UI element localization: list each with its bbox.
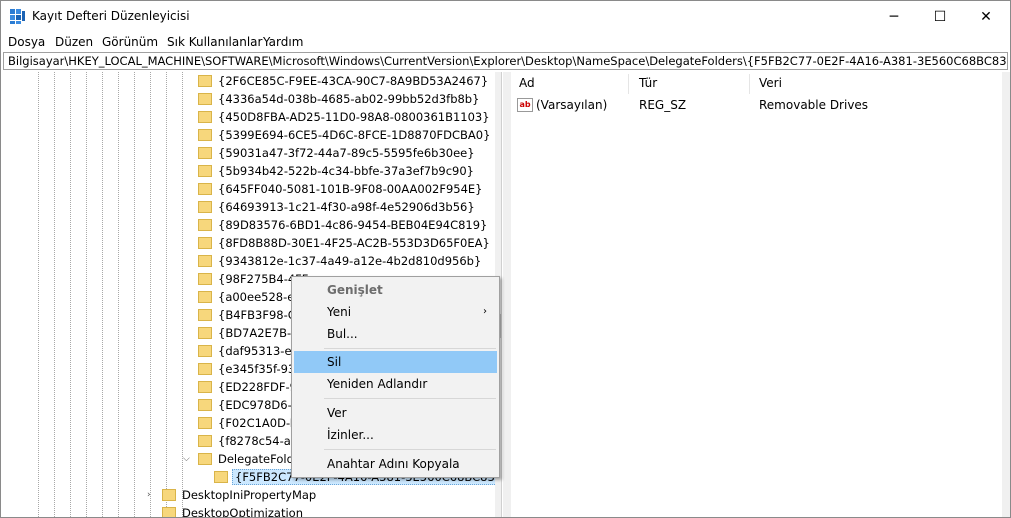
folder-icon bbox=[198, 363, 212, 375]
tree-guide-line bbox=[102, 72, 103, 517]
menu-separator bbox=[324, 398, 496, 399]
tree-guide-line bbox=[150, 72, 151, 517]
tree-node[interactable]: {89D83576-6BD1-4c86-9454-BEB04E94C819} bbox=[198, 216, 489, 234]
tree-node[interactable]: {2F6CE85C-F9EE-43CA-90C7-8A9BD53A2467} bbox=[198, 72, 490, 90]
folder-icon bbox=[198, 111, 212, 123]
collapse-arrow-icon[interactable]: ⌵ bbox=[183, 454, 190, 464]
menu-bar: Dosya Düzen Görünüm Sık Kullanılanlar Ya… bbox=[1, 32, 1010, 52]
menu-duzen[interactable]: Düzen bbox=[55, 35, 93, 49]
folder-icon bbox=[162, 507, 176, 517]
tree-node[interactable]: {ED228FDF-9E bbox=[198, 378, 306, 396]
menu-item-export[interactable]: Ver bbox=[294, 402, 497, 424]
tree-guide-line bbox=[86, 72, 87, 517]
tree-node[interactable]: {59031a47-3f72-44a7-89c5-5595fe6b30ee} bbox=[198, 144, 477, 162]
submenu-arrow-icon: › bbox=[483, 306, 487, 317]
tree-node[interactable]: {8FD8B88D-30E1-4F25-AC2B-553D3D65F0EA} bbox=[198, 234, 492, 252]
folder-icon bbox=[198, 291, 212, 303]
value-name[interactable]: (Varsayılan) bbox=[536, 98, 607, 112]
menu-separator bbox=[324, 348, 496, 349]
pane-splitter[interactable] bbox=[503, 72, 511, 517]
tree-node[interactable]: {B4FB3F98-C1 bbox=[198, 306, 305, 324]
folder-icon bbox=[198, 75, 212, 87]
menu-dosya[interactable]: Dosya bbox=[8, 35, 45, 49]
folder-icon bbox=[198, 435, 212, 447]
registry-app-icon bbox=[10, 9, 25, 24]
tree-guide-line bbox=[54, 72, 55, 517]
column-divider[interactable] bbox=[749, 74, 750, 94]
folder-icon bbox=[198, 345, 212, 357]
folder-icon bbox=[198, 219, 212, 231]
folder-icon bbox=[214, 471, 228, 483]
tree-node[interactable]: {e345f35f-939 bbox=[198, 360, 305, 378]
folder-icon bbox=[198, 417, 212, 429]
tree-node[interactable]: {645FF040-5081-101B-9F08-00AA002F954E} bbox=[198, 180, 485, 198]
menu-item-rename[interactable]: Yeniden Adlandır bbox=[294, 373, 497, 395]
column-header-type[interactable]: Tür bbox=[639, 76, 657, 90]
tree-guide-line bbox=[182, 72, 183, 517]
folder-icon bbox=[198, 255, 212, 267]
column-header-data[interactable]: Veri bbox=[759, 76, 782, 90]
tree-node[interactable]: {9343812e-1c37-4a49-a12e-4b2d810d956b} bbox=[198, 252, 483, 270]
values-scrollbar[interactable] bbox=[1002, 72, 1010, 517]
folder-icon bbox=[198, 327, 212, 339]
menu-item-permissions[interactable]: İzinler... bbox=[294, 424, 497, 446]
menu-gorunum[interactable]: Görünüm bbox=[102, 35, 158, 49]
folder-icon bbox=[198, 93, 212, 105]
context-menu: Genişlet Yeni › Bul... Sil Yeniden Adland… bbox=[291, 276, 500, 478]
tree-node[interactable]: {450D8FBA-AD25-11D0-98A8-0800361B1103} bbox=[198, 108, 492, 126]
folder-icon bbox=[198, 201, 212, 213]
minimize-button[interactable]: ─ bbox=[871, 1, 917, 32]
address-bar[interactable]: Bilgisayar\HKEY_LOCAL_MACHINE\SOFTWARE\M… bbox=[3, 52, 1008, 70]
close-button[interactable]: ✕ bbox=[963, 1, 1009, 32]
tree-node[interactable]: {5b934b42-522b-4c34-bbfe-37a3ef7b9c90} bbox=[198, 162, 476, 180]
folder-icon bbox=[198, 453, 212, 465]
tree-guide-line bbox=[38, 72, 39, 517]
window-title: Kayıt Defteri Düzenleyicisi bbox=[32, 9, 190, 23]
column-header-name[interactable]: Ad bbox=[519, 76, 535, 90]
menu-item-delete[interactable]: Sil bbox=[294, 351, 497, 373]
tree-guide-line bbox=[166, 72, 167, 517]
folder-icon bbox=[198, 381, 212, 393]
folder-icon bbox=[198, 273, 212, 285]
folder-icon bbox=[198, 399, 212, 411]
tree-node[interactable]: {64693913-1c21-4f30-a98f-4e52906d3b56} bbox=[198, 198, 477, 216]
tree-node[interactable]: DesktopOptimization bbox=[162, 504, 305, 517]
column-divider[interactable] bbox=[628, 74, 629, 94]
value-data: Removable Drives bbox=[759, 98, 869, 112]
tree-guide-line bbox=[134, 72, 135, 517]
folder-icon bbox=[162, 489, 176, 501]
values-pane[interactable]: Ad Tür Veri ab (Varsayılan) REG_SZ Remov… bbox=[511, 72, 1010, 517]
folder-icon bbox=[198, 129, 212, 141]
tree-guide-line bbox=[118, 72, 119, 517]
menu-favorites[interactable]: Sık Kullanılanlar bbox=[167, 35, 262, 49]
tree-guide-line bbox=[70, 72, 71, 517]
expand-arrow-icon[interactable]: › bbox=[147, 490, 151, 500]
value-type: REG_SZ bbox=[639, 98, 687, 112]
registry-editor-window: Kayıt Defteri Düzenleyicisi ─ ☐ ✕ Dosya … bbox=[0, 0, 1011, 518]
menu-item-new[interactable]: Yeni › bbox=[294, 301, 497, 323]
string-value-icon: ab bbox=[517, 98, 533, 112]
title-bar[interactable]: Kayıt Defteri Düzenleyicisi ─ ☐ ✕ bbox=[1, 1, 1010, 32]
menu-yardim[interactable]: Yardım bbox=[263, 35, 303, 49]
tree-node[interactable]: DesktopIniPropertyMap bbox=[162, 486, 318, 504]
tree-node[interactable]: {5399E694-6CE5-4D6C-8FCE-1D8870FDCBA0} bbox=[198, 126, 492, 144]
tree-node[interactable]: {4336a54d-038b-4685-ab02-99bb52d3fb8b} bbox=[198, 90, 481, 108]
folder-icon bbox=[198, 309, 212, 321]
folder-icon bbox=[198, 237, 212, 249]
menu-item-expand: Genişlet bbox=[327, 283, 383, 297]
folder-icon bbox=[198, 165, 212, 177]
maximize-button[interactable]: ☐ bbox=[917, 1, 963, 32]
folder-icon bbox=[198, 147, 212, 159]
menu-item-find[interactable]: Bul... bbox=[294, 323, 497, 345]
menu-item-copy-key-name[interactable]: Anahtar Adını Kopyala bbox=[294, 453, 497, 475]
folder-icon bbox=[198, 183, 212, 195]
menu-separator bbox=[324, 449, 496, 450]
